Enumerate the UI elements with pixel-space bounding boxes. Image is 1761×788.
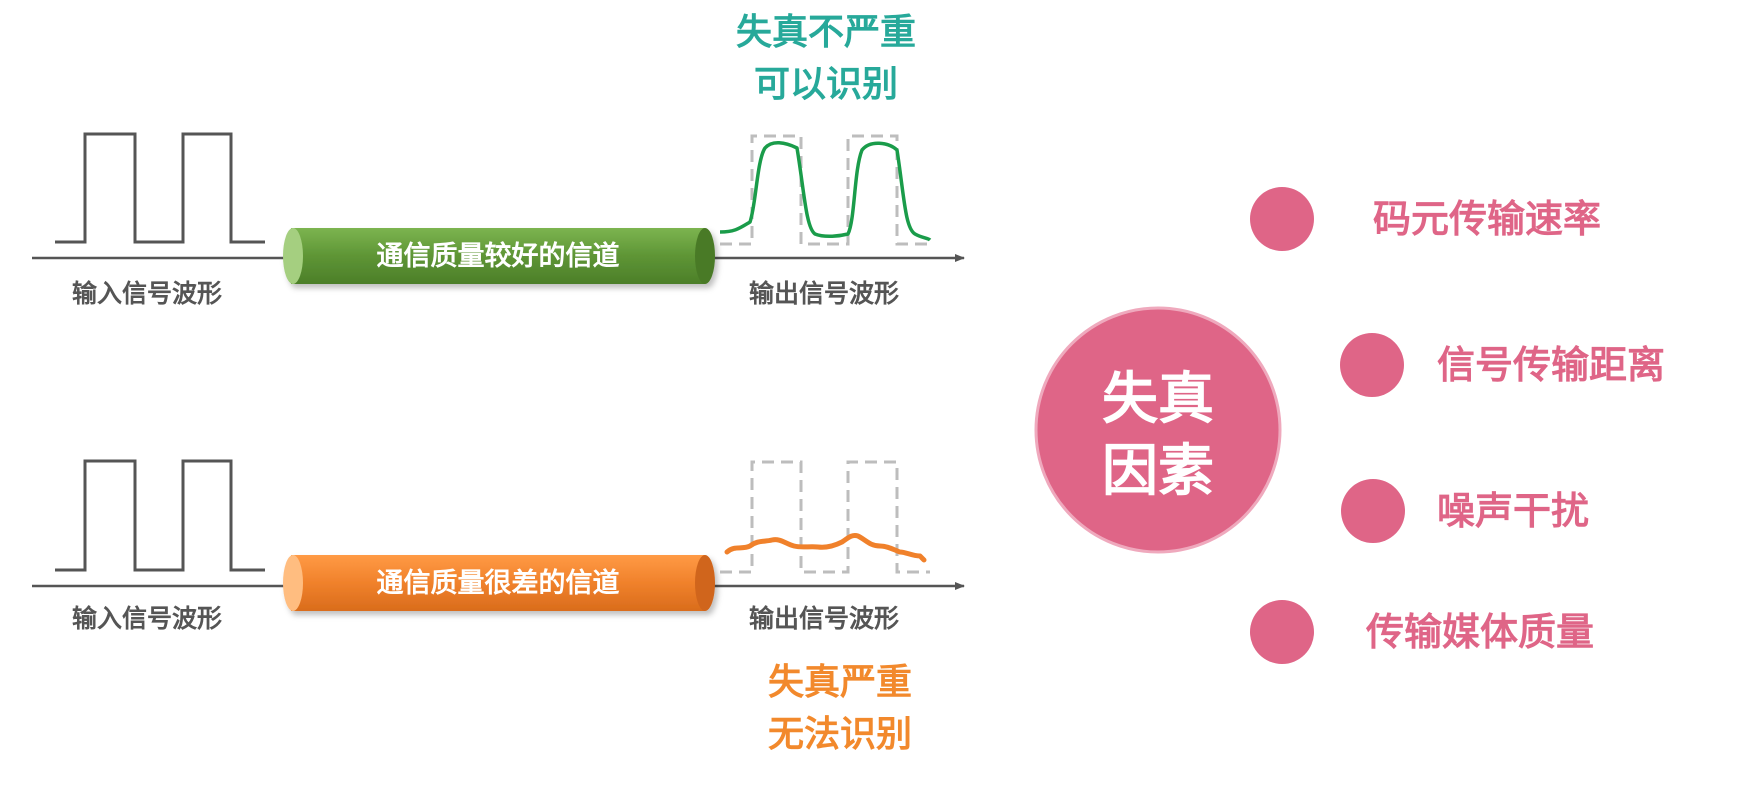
factor-bullet-2 [1340,333,1404,397]
bottom-reference-dashed-wave [720,460,930,574]
bottom-input-square-wave [55,459,265,572]
factor-item-4: 传输媒体质量 [1365,610,1594,654]
top-input-label: 输入信号波形 [72,279,222,308]
top-output-label: 输出信号波形 [749,279,899,308]
top-result-line2: 可以识别 [754,64,898,105]
factor-bullet-4 [1250,600,1314,664]
signal-distortion-diagram: 通信质量较好的信道 输入信号波形 输出信号波形 失真不严重 可以识别 通信质量很… [32,11,1665,756]
bottom-row: 通信质量很差的信道 输入信号波形 输出信号波形 失真严重 无法识别 [32,459,965,756]
top-result-line1: 失真不严重 [736,12,916,53]
top-row: 通信质量较好的信道 输入信号波形 输出信号波形 失真不严重 可以识别 [32,11,965,308]
bottom-channel-label: 通信质量很差的信道 [377,567,620,599]
distortion-factors: 失真 因素 码元传输速率 信号传输距离 噪声干扰 传输媒体质量 [1034,187,1665,664]
factor-item-1: 码元传输速率 [1373,197,1601,241]
factors-center-line1: 失真 [1102,367,1214,432]
bottom-result-line2: 无法识别 [768,714,912,755]
factor-item-2: 信号传输距离 [1437,343,1665,387]
factor-item-3: 噪声干扰 [1437,489,1589,533]
bottom-output-distorted-wave [724,533,927,563]
bottom-output-label: 输出信号波形 [749,604,899,633]
factor-bullet-1 [1250,187,1314,251]
factors-center-line2: 因素 [1102,439,1214,504]
bottom-input-label: 输入信号波形 [72,604,222,633]
top-input-square-wave [55,132,265,244]
top-channel-label: 通信质量较好的信道 [377,240,620,272]
factor-bullet-3 [1341,479,1405,543]
bottom-result-line1: 失真严重 [768,662,912,703]
